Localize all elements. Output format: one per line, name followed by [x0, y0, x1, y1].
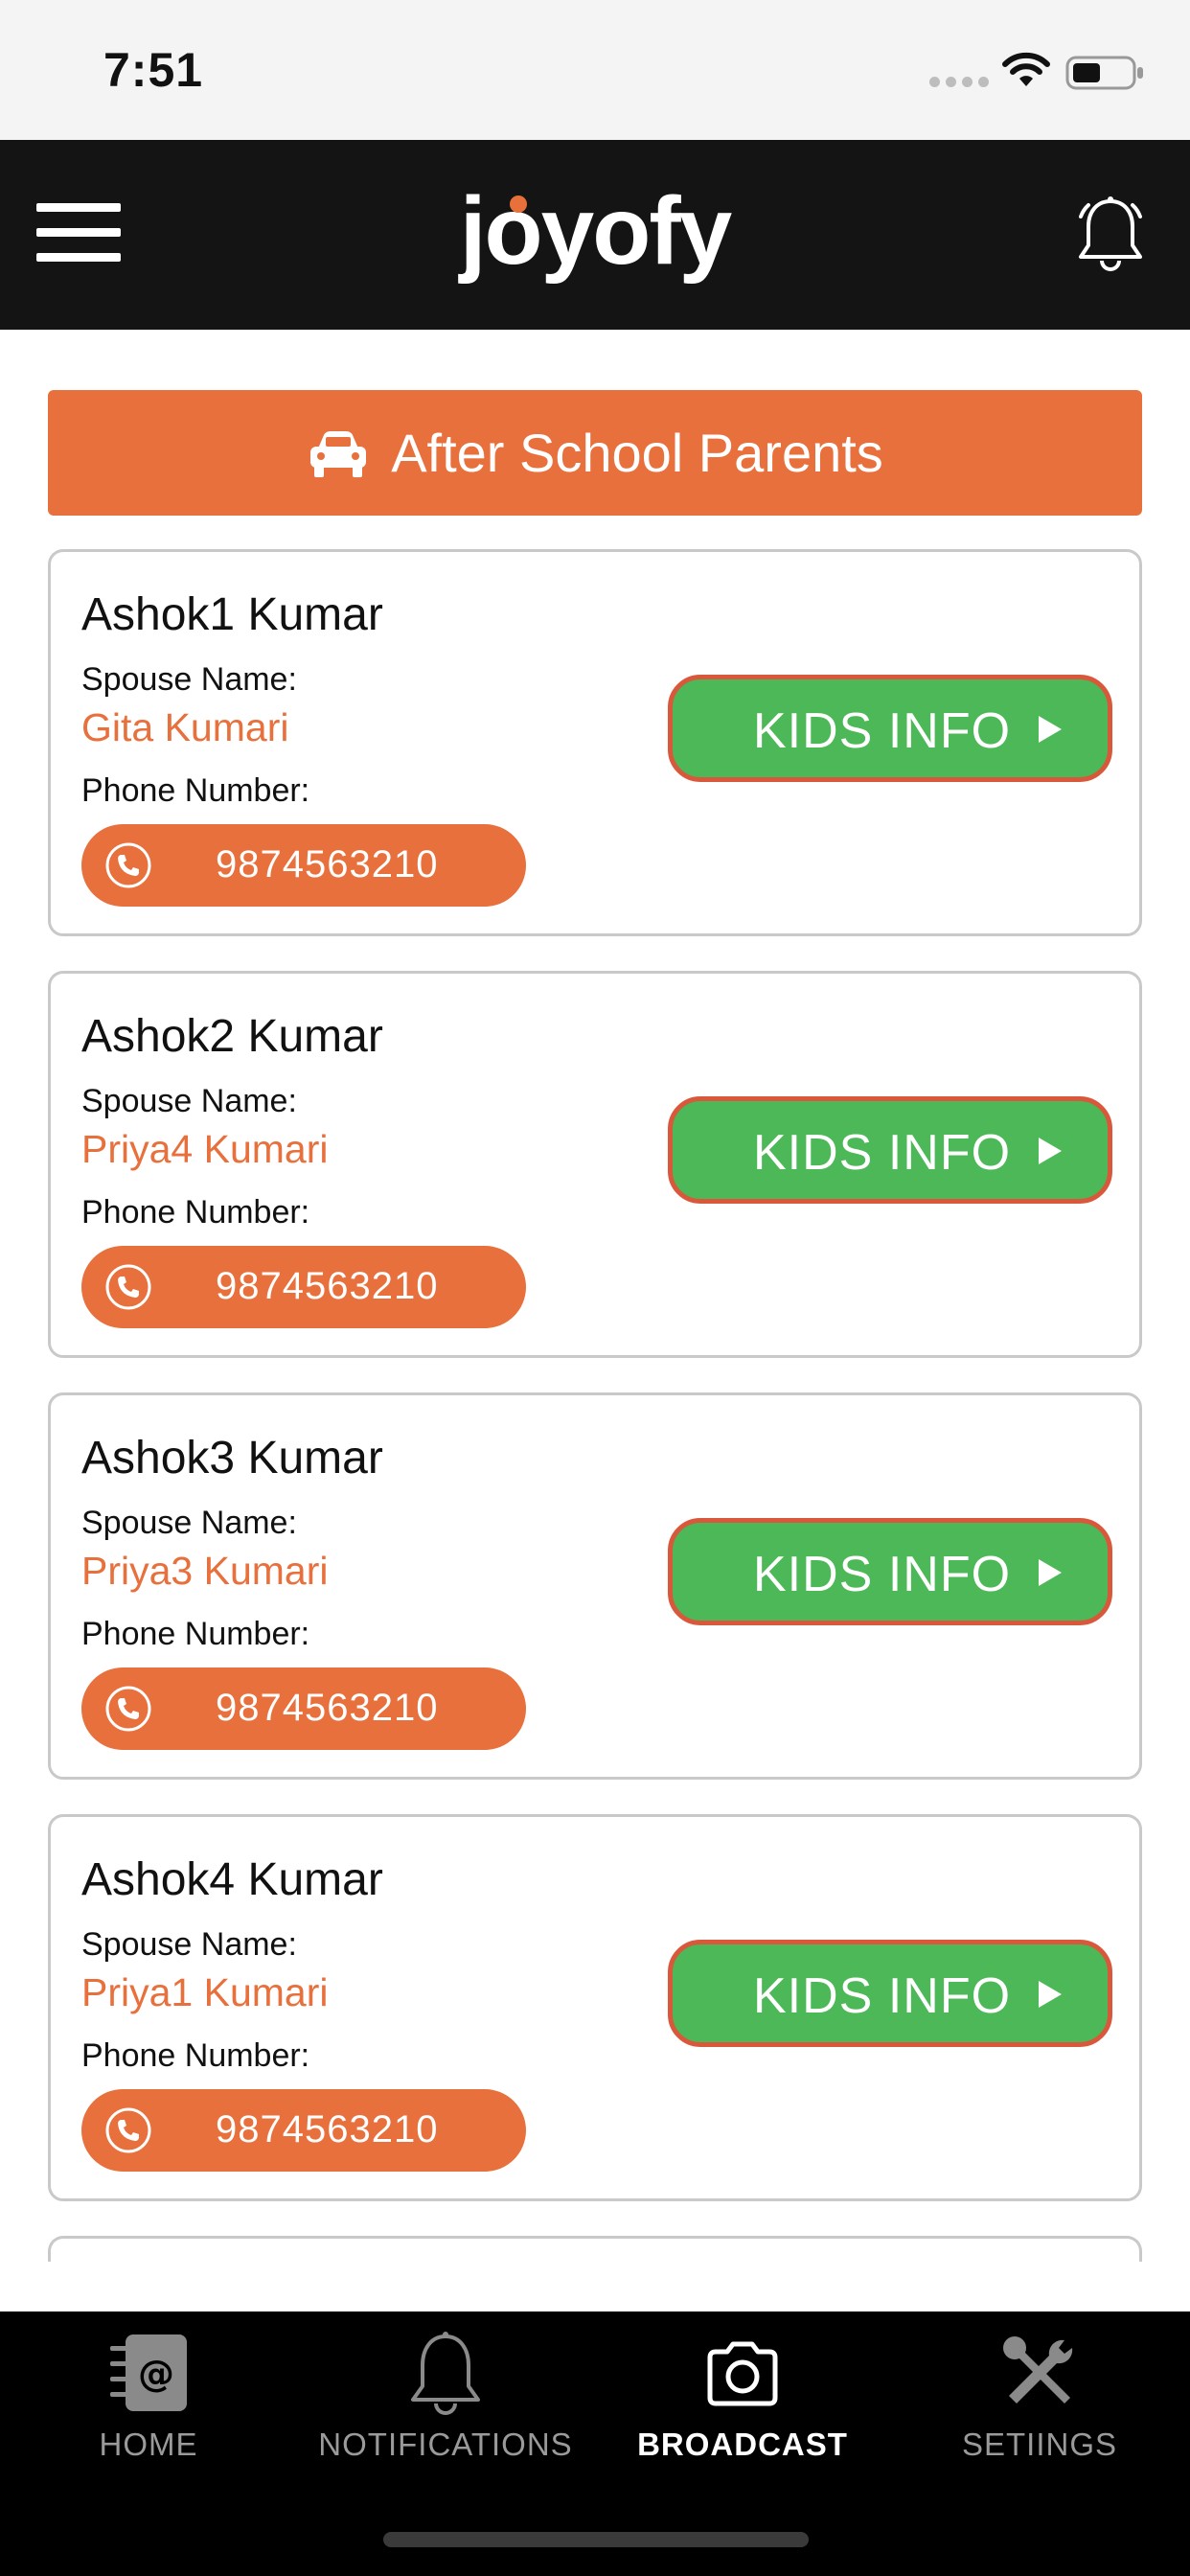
status-time: 7:51 — [103, 43, 204, 97]
home-indicator[interactable] — [383, 2532, 809, 2547]
phone-number: 9874563210 — [216, 1687, 439, 1729]
status-bar: 7:51 — [0, 0, 1190, 140]
spouse-label: Spouse Name: — [81, 1926, 297, 1963]
tools-icon — [1003, 2336, 1073, 2404]
list-bottom-edge — [0, 2262, 1190, 2312]
spouse-label: Spouse Name: — [81, 661, 297, 698]
call-phone-button[interactable]: 9874563210 — [81, 1668, 526, 1750]
phone-label: Phone Number: — [81, 1194, 310, 1230]
svg-text:@: @ — [138, 2353, 174, 2395]
tab-label: BROADCAST — [637, 2426, 848, 2462]
kids-info-label: KIDS INFO — [753, 1547, 1012, 1602]
phone-number: 9874563210 — [216, 843, 439, 886]
tab-notifications[interactable]: NOTIFICATIONS — [297, 2312, 594, 2503]
spouse-name: Gita Kumari — [81, 705, 289, 749]
phone-icon — [105, 1686, 151, 1732]
spouse-name: Priya1 Kumari — [81, 1970, 329, 2014]
parent-name: Ashok3 Kumar — [81, 1433, 383, 1484]
parent-name: Ashok1 Kumar — [81, 589, 383, 640]
spouse-label: Spouse Name: — [81, 1083, 297, 1119]
section-banner: After School Parents — [48, 390, 1142, 516]
phone-icon — [105, 2107, 151, 2153]
logo-dot — [510, 196, 527, 213]
phone-label: Phone Number: — [81, 1616, 310, 1652]
tab-label: NOTIFICATIONS — [318, 2426, 573, 2462]
kids-info-label: KIDS INFO — [753, 703, 1012, 759]
parent-card: Ashok1 Kumar Spouse Name: Gita Kumari Ph… — [48, 549, 1142, 936]
wifi-icon — [1002, 52, 1050, 86]
call-phone-button[interactable]: 9874563210 — [81, 2089, 526, 2172]
app-logo: joyofy — [459, 177, 732, 285]
call-phone-button[interactable]: 9874563210 — [81, 1246, 526, 1328]
bell-icon[interactable] — [1073, 196, 1148, 274]
kids-info-button[interactable]: KIDS INFO — [668, 675, 1112, 782]
bell-icon — [411, 2332, 480, 2415]
kids-info-label: KIDS INFO — [753, 1968, 1012, 2024]
play-arrow-icon — [1039, 1138, 1062, 1164]
kids-info-button[interactable]: KIDS INFO — [668, 1096, 1112, 1204]
call-phone-button[interactable]: 9874563210 — [81, 824, 526, 907]
spouse-name: Priya4 Kumari — [81, 1127, 329, 1171]
spouse-name: Priya3 Kumari — [81, 1549, 329, 1593]
play-arrow-icon — [1039, 716, 1062, 743]
tab-settings[interactable]: SETIINGS — [891, 2312, 1188, 2503]
spouse-label: Spouse Name: — [81, 1505, 297, 1541]
phone-label: Phone Number: — [81, 772, 310, 809]
tab-home[interactable]: @ HOME — [0, 2312, 297, 2503]
play-arrow-icon — [1039, 1981, 1062, 2008]
tab-label: HOME — [99, 2426, 198, 2462]
section-title: After School Parents — [391, 423, 883, 483]
tab-broadcast[interactable]: BROADCAST — [594, 2312, 891, 2503]
parent-name: Ashok4 Kumar — [81, 1854, 383, 1905]
car-icon — [310, 430, 367, 477]
phone-label: Phone Number: — [81, 2037, 310, 2074]
cellular-signal-icon — [929, 77, 989, 87]
parent-card: Ashok2 Kumar Spouse Name: Priya4 Kumari … — [48, 971, 1142, 1358]
battery-icon — [1065, 56, 1143, 90]
kids-info-button[interactable]: KIDS INFO — [668, 1518, 1112, 1625]
play-arrow-icon — [1039, 1559, 1062, 1586]
camera-icon — [707, 2341, 778, 2406]
address-book-icon: @ — [110, 2334, 187, 2411]
parent-card: Ashok3 Kumar Spouse Name: Priya3 Kumari … — [48, 1392, 1142, 1780]
phone-icon — [105, 1264, 151, 1310]
app-header: joyofy — [0, 140, 1190, 330]
tab-label: SETIINGS — [961, 2426, 1118, 2462]
kids-info-label: KIDS INFO — [753, 1125, 1012, 1181]
phone-number: 9874563210 — [216, 2108, 439, 2150]
parent-card: Ashok4 Kumar Spouse Name: Priya1 Kumari … — [48, 1814, 1142, 2201]
parent-name: Ashok2 Kumar — [81, 1011, 383, 1062]
phone-number: 9874563210 — [216, 1265, 439, 1307]
phone-icon — [105, 842, 151, 888]
kids-info-button[interactable]: KIDS INFO — [668, 1940, 1112, 2047]
